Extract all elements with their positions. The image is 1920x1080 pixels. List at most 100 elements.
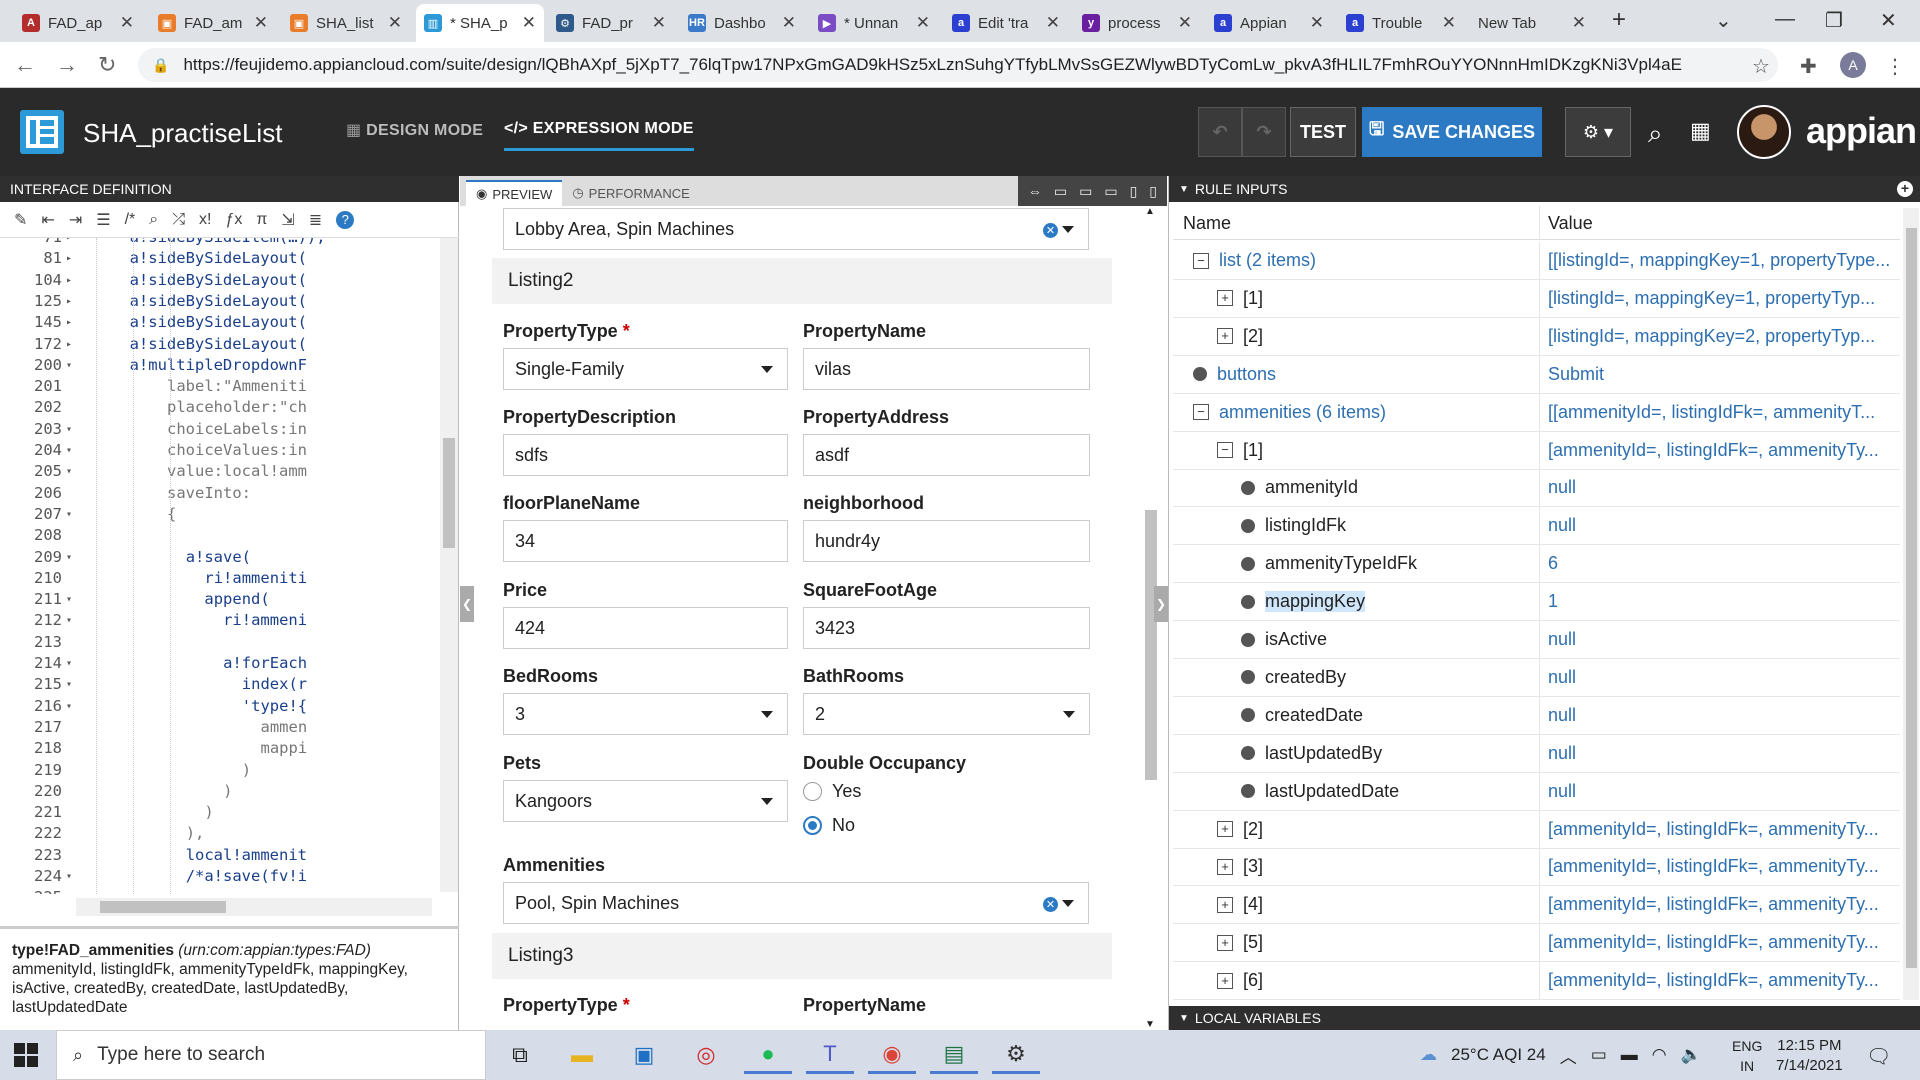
rule-input-value[interactable]: [ammenityId=, listingIdFk=, ammenityTy..… (1548, 932, 1893, 953)
indent-icon[interactable]: ⇥ (69, 210, 82, 230)
rule-input-value[interactable]: null (1548, 477, 1893, 498)
fold-toggle-icon[interactable]: ▾ (62, 611, 76, 632)
rule-input-value[interactable]: null (1548, 743, 1893, 764)
battery-icon[interactable]: ▬ (1621, 1045, 1638, 1065)
function-icon[interactable]: ƒx (225, 211, 242, 229)
tab-close-icon[interactable]: ✕ (652, 13, 666, 33)
app-grid-icon[interactable]: ▦ (1690, 118, 1711, 144)
outdent-icon[interactable]: ⇤ (41, 210, 54, 230)
rule-input-row[interactable]: + [3] [ammenityId=, listingIdFk=, ammenity… (1173, 848, 1900, 887)
property-name-input[interactable]: vilas (803, 348, 1090, 390)
bedrooms-dropdown[interactable]: 3 (503, 693, 788, 735)
rule-input-row[interactable]: − list (2 items) [[listingId=, mappingKey=… (1173, 242, 1900, 280)
fold-toggle-icon[interactable] (62, 633, 76, 654)
fold-toggle-icon[interactable]: ▸ (62, 271, 76, 292)
browser-tab[interactable]: a Edit 'tra ✕ (944, 4, 1068, 42)
editor-horizontal-scrollbar[interactable] (76, 898, 432, 916)
rule-input-value[interactable]: [ammenityId=, listingIdFk=, ammenityTy..… (1548, 819, 1893, 840)
object-search-icon[interactable]: ⌕ (1648, 118, 1663, 150)
collapse-right-icon[interactable]: ❯ (1154, 586, 1168, 622)
radio-no[interactable]: No (803, 815, 855, 836)
rule-input-row[interactable]: lastUpdatedBy null (1173, 734, 1900, 773)
rule-input-row[interactable]: lastUpdatedDate null (1173, 772, 1900, 811)
rule-input-row[interactable]: + [2] [ammenityId=, listingIdFk=, ammenity… (1173, 810, 1900, 849)
add-rule-input-icon[interactable]: + (1897, 181, 1913, 197)
tab-close-icon[interactable]: ✕ (522, 13, 536, 33)
fit-width-icon[interactable]: ⇔ (1028, 183, 1042, 199)
fold-toggle-icon[interactable] (62, 824, 76, 845)
extensions-icon[interactable]: ✚ (1800, 54, 1817, 79)
expand-icon[interactable]: + (1217, 934, 1233, 951)
fold-toggle-icon[interactable] (62, 803, 76, 824)
tab-close-icon[interactable]: ✕ (1442, 13, 1456, 33)
fold-toggle-icon[interactable]: ▾ (62, 548, 76, 569)
user-avatar[interactable] (1737, 105, 1791, 159)
comment-icon[interactable]: /* (125, 211, 136, 229)
floorplan-input[interactable]: 34 (503, 520, 788, 562)
design-mode-tab[interactable]: ▦ DESIGN MODE (346, 120, 483, 140)
browser-menu-icon[interactable]: ⋮ (1885, 54, 1905, 79)
rule-input-row[interactable]: + [2] [listingId=, mappingKey=2, propertyT… (1173, 317, 1900, 356)
radio-yes[interactable]: Yes (803, 781, 861, 802)
fold-toggle-icon[interactable]: ▾ (62, 356, 76, 377)
browser-tab[interactable]: ▣ FAD_am ✕ (150, 4, 276, 42)
redo-button[interactable]: ↷ (1242, 107, 1286, 157)
task-view-icon[interactable]: ⧉ (496, 1036, 544, 1074)
tab-performance[interactable]: ◷ PERFORMANCE (562, 180, 699, 206)
new-tab-icon[interactable]: + (1612, 6, 1626, 34)
taskbar-search-input[interactable]: ⌕ Type here to search (56, 1030, 486, 1080)
property-type-dropdown[interactable]: Single-Family (503, 348, 788, 390)
rule-input-value[interactable]: 1 (1548, 591, 1893, 612)
help-icon[interactable]: ? (336, 210, 355, 229)
wifi-icon[interactable]: ◠ (1652, 1045, 1667, 1065)
expand-icon[interactable]: + (1217, 821, 1233, 837)
rule-input-value[interactable]: [ammenityId=, listingIdFk=, ammenityTy..… (1548, 440, 1893, 461)
fold-toggle-icon[interactable]: ▸ (62, 249, 76, 270)
rule-input-row[interactable]: − ammenities (6 items) [[ammenityId=, list… (1173, 393, 1900, 432)
desktop-wide-icon[interactable]: ▭ (1054, 183, 1067, 200)
rule-input-value[interactable]: null (1548, 629, 1893, 650)
neighborhood-input[interactable]: hundr4y (803, 520, 1090, 562)
rule-input-row[interactable]: + [4] [ammenityId=, listingIdFk=, ammenity… (1173, 886, 1900, 925)
property-description-input[interactable]: sdfs (503, 434, 788, 476)
network-adapter-icon[interactable]: ▭ (1591, 1045, 1607, 1065)
list-icon[interactable]: ☰ (96, 210, 110, 230)
chrome-icon[interactable]: ◉ (868, 1036, 916, 1074)
rule-input-row[interactable]: − [1] [ammenityId=, listingIdFk=, ammenity… (1173, 431, 1900, 470)
fold-toggle-icon[interactable]: ▸ (62, 335, 76, 356)
save-changes-button[interactable]: 🖫 SAVE CHANGES (1362, 107, 1542, 157)
pi-icon[interactable]: π (256, 211, 267, 229)
fold-toggle-icon[interactable] (62, 718, 76, 739)
fold-toggle-icon[interactable]: ▸ (62, 313, 76, 334)
tab-close-icon[interactable]: ✕ (1310, 13, 1324, 33)
rule-input-value[interactable]: 6 (1548, 553, 1893, 574)
format-icon[interactable]: ✎ (14, 210, 27, 230)
rule-input-value[interactable]: null (1548, 781, 1893, 802)
editor-vertical-scrollbar[interactable] (440, 238, 458, 892)
fold-toggle-icon[interactable]: ▾ (62, 867, 76, 888)
browser-tab[interactable]: y process ✕ (1074, 4, 1200, 42)
browser-tab[interactable]: A FAD_ap ✕ (14, 4, 142, 42)
pets-dropdown[interactable]: Kangoors (503, 780, 788, 822)
rule-input-row[interactable]: createdDate null (1173, 696, 1900, 735)
undo-button[interactable]: ↶ (1198, 107, 1242, 157)
rule-input-row[interactable]: + [6] [ammenityId=, listingIdFk=, ammenity… (1173, 962, 1900, 1001)
browser-tab[interactable]: ▶ * Unnan ✕ (810, 4, 938, 42)
tab-close-icon[interactable]: ✕ (782, 13, 796, 33)
rule-input-row[interactable]: + [5] [ammenityId=, listingIdFk=, ammenity… (1173, 924, 1900, 963)
browser-tab[interactable]: a Appian ✕ (1206, 4, 1332, 42)
collapse-left-icon[interactable]: ❮ (460, 586, 474, 622)
excel-icon[interactable]: ▤ (930, 1036, 978, 1074)
fold-toggle-icon[interactable]: ▾ (62, 505, 76, 526)
fold-toggle-icon[interactable]: ▾ (62, 420, 76, 441)
rule-input-row[interactable]: isActive null (1173, 621, 1900, 659)
volume-icon[interactable]: 🔈 (1681, 1045, 1702, 1065)
reload-icon[interactable]: ↻ (98, 52, 116, 78)
ammenities-top-dropdown[interactable]: Lobby Area, Spin Machines ✕ (503, 208, 1089, 250)
tray-expand-icon[interactable]: ︿ (1560, 1043, 1577, 1068)
sqft-input[interactable]: 3423 (803, 607, 1090, 649)
tab-preview[interactable]: ◉ PREVIEW (466, 180, 563, 206)
collapse-icon[interactable]: − (1193, 404, 1209, 421)
fold-toggle-icon[interactable] (62, 739, 76, 760)
fold-toggle-icon[interactable]: ▾ (62, 441, 76, 462)
